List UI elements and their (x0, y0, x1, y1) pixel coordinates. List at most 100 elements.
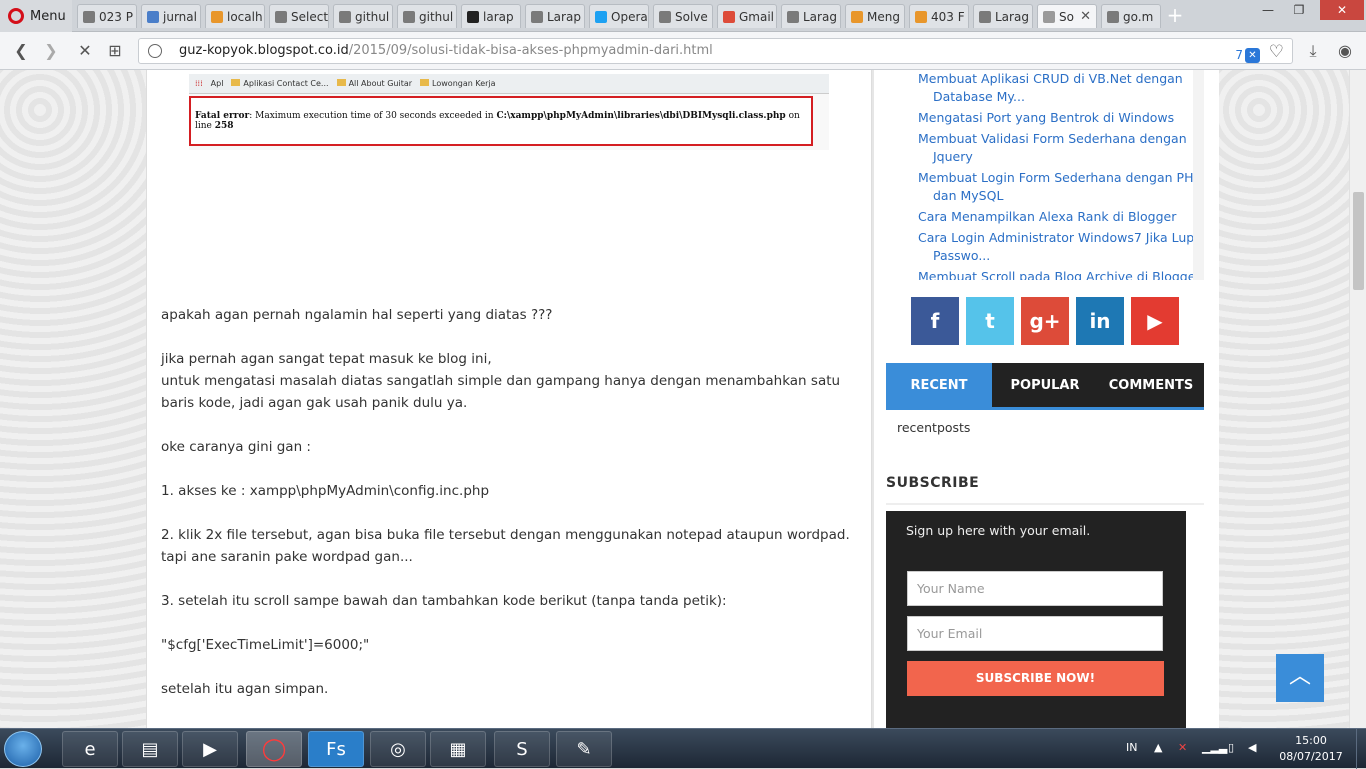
subscribe-button[interactable]: SUBSCRIBE NOW! (907, 661, 1164, 696)
account-icon[interactable]: ◉ (1334, 40, 1356, 62)
browser-tab[interactable]: Larag (973, 4, 1033, 28)
show-desktop-button[interactable] (1356, 729, 1366, 769)
tab-favicon-icon (723, 10, 735, 23)
opera-taskbar-icon[interactable]: ◯ (246, 731, 302, 767)
show-hidden-icons[interactable]: ▲ (1154, 741, 1162, 754)
browser-tab[interactable]: Meng (845, 4, 905, 28)
start-button[interactable] (4, 731, 42, 767)
facebook-icon[interactable]: f (911, 297, 959, 345)
download-icon[interactable]: ⤓ (1302, 40, 1324, 62)
youtube-icon[interactable]: ▶ (1131, 297, 1179, 345)
file-explorer-icon[interactable]: ▤ (122, 731, 178, 767)
error-screenshot-image: ⁞⁞⁞ Apl Aplikasi Contact Ce... All About… (189, 74, 829, 150)
browser-tab[interactable]: Select (269, 4, 329, 28)
browser-tab[interactable]: So ✕ (1037, 4, 1097, 28)
sidebar: Membuat Aplikasi CRUD di VB.Net dengan D… (874, 70, 1219, 728)
browser-tab[interactable]: go.m (1101, 4, 1161, 28)
tab-favicon-icon (787, 10, 799, 23)
signal-icon[interactable]: ▁▂▃ (1202, 741, 1227, 754)
minimize-button[interactable]: — (1254, 0, 1282, 20)
close-window-button[interactable]: ✕ (1320, 0, 1364, 20)
language-indicator[interactable]: IN (1126, 741, 1137, 754)
new-tab-button[interactable]: + (1163, 4, 1187, 28)
maximize-button[interactable]: ❐ (1285, 0, 1313, 20)
tab-favicon-icon (275, 10, 287, 23)
browser-tab[interactable]: 403 F (909, 4, 969, 28)
adblock-badge[interactable]: 7 ✕ (1235, 43, 1260, 67)
article-paragraph: 1. akses ke : xampp\phpMyAdmin\config.in… (161, 483, 490, 499)
url-field[interactable]: guz-kopyok.blogspot.co.id/2015/09/solusi… (138, 38, 1293, 64)
forward-icon[interactable]: ❯ (40, 40, 62, 62)
browser-tab[interactable]: Solve (653, 4, 713, 28)
control-panel-icon[interactable]: ▦ (430, 731, 486, 767)
volume-icon[interactable]: ◀ (1248, 741, 1256, 754)
notepad-icon[interactable]: ✎ (556, 731, 612, 767)
system-clock[interactable]: 15:00 08/07/2017 (1278, 733, 1344, 765)
tab-label: Gmail (739, 9, 775, 24)
opera-menu-button[interactable]: Menu (0, 0, 72, 32)
name-input[interactable]: Your Name (907, 571, 1163, 606)
browser-tab[interactable]: 023 P (77, 4, 137, 28)
article-paragraph: 2. klik 2x file tersebut, agan bisa buka… (161, 527, 850, 565)
popular-post-link[interactable]: Membuat Scroll pada Blog Archive di Blog… (886, 268, 1203, 280)
article-content: ⁞⁞⁞ Apl Aplikasi Contact Ce... All About… (146, 70, 872, 728)
browser-tab[interactable]: localh (205, 4, 265, 28)
tab-popular[interactable]: POPULAR (992, 363, 1098, 408)
browser-tab[interactable]: Larag (781, 4, 841, 28)
folder-icon (420, 79, 430, 86)
browser-tab[interactable]: Opera (589, 4, 649, 28)
url-path: /2015/09/solusi-tidak-bisa-akses-phpmyad… (348, 43, 713, 58)
fs-app-icon[interactable]: Fs (308, 731, 364, 767)
browser-tab[interactable]: githul (333, 4, 393, 28)
tab-recent[interactable]: RECENT (886, 363, 992, 408)
popular-post-link[interactable]: Membuat Login Form Sederhana dengan PHP … (886, 169, 1203, 205)
popular-post-link[interactable]: Cara Menampilkan Alexa Rank di Blogger (886, 208, 1203, 226)
tab-close-icon[interactable]: ✕ (1080, 9, 1091, 24)
popular-list-scrollbar[interactable] (1193, 70, 1204, 280)
back-to-top-button[interactable]: ︿ (1276, 654, 1324, 702)
page-scrollbar-thumb[interactable] (1353, 192, 1364, 290)
tab-comments[interactable]: COMMENTS (1098, 363, 1204, 408)
tab-favicon-icon (531, 10, 543, 23)
article-paragraph: setelah itu agan simpan. (161, 681, 329, 697)
screenshot-bookmark: Apl (210, 79, 224, 88)
folder-icon (336, 79, 346, 86)
browser-tab[interactable]: larap (461, 4, 521, 28)
popular-post-link[interactable]: Membuat Aplikasi CRUD di VB.Net dengan D… (886, 70, 1203, 106)
linkedin-icon[interactable]: in (1076, 297, 1124, 345)
internet-explorer-icon[interactable]: e (62, 731, 118, 767)
speed-dial-icon[interactable]: ⊞ (104, 40, 126, 62)
subscribe-divider (886, 503, 1204, 505)
tab-label: 023 P (99, 9, 133, 24)
popular-posts-list[interactable]: Membuat Aplikasi CRUD di VB.Net dengan D… (886, 70, 1204, 280)
browser-tab[interactable]: Gmail (717, 4, 777, 28)
tab-favicon-icon (147, 10, 159, 23)
popular-post-link[interactable]: Cara Login Administrator Windows7 Jika L… (886, 229, 1203, 265)
article-paragraph: untuk mengatasi masalah diatas sangatlah… (161, 373, 841, 411)
back-icon[interactable]: ❮ (10, 40, 32, 62)
email-input[interactable]: Your Email (907, 616, 1163, 651)
popular-post-link[interactable]: Membuat Validasi Form Sederhana dengan J… (886, 130, 1203, 166)
sublime-icon[interactable]: S (494, 731, 550, 767)
screenshot-apps-icon: ⁞⁞⁞ (195, 79, 203, 88)
heart-icon[interactable]: ♡ (1269, 40, 1284, 64)
background-pattern-right (1219, 70, 1349, 728)
battery-icon[interactable]: ▯ (1228, 741, 1234, 754)
browser-tab[interactable]: Larap (525, 4, 585, 28)
tab-label: githul (419, 9, 454, 24)
network-warning-icon[interactable]: ✕ (1178, 741, 1187, 754)
chrome-icon[interactable]: ◎ (370, 731, 426, 767)
browser-tab[interactable]: githul (397, 4, 457, 28)
twitter-icon[interactable]: t (966, 297, 1014, 345)
stop-icon[interactable]: ✕ (74, 40, 96, 62)
page-scrollbar[interactable] (1349, 70, 1366, 728)
media-player-icon[interactable]: ▶ (182, 731, 238, 767)
tab-favicon-icon (659, 10, 671, 23)
google-plus-icon[interactable]: g+ (1021, 297, 1069, 345)
url-host: guz-kopyok.blogspot.co.id (179, 43, 349, 58)
adblock-count: 7 (1235, 48, 1243, 62)
tab-favicon-icon (1043, 10, 1055, 23)
browser-tab[interactable]: jurnal (141, 4, 201, 28)
tab-favicon-icon (467, 10, 479, 23)
popular-post-link[interactable]: Mengatasi Port yang Bentrok di Windows (886, 109, 1203, 127)
